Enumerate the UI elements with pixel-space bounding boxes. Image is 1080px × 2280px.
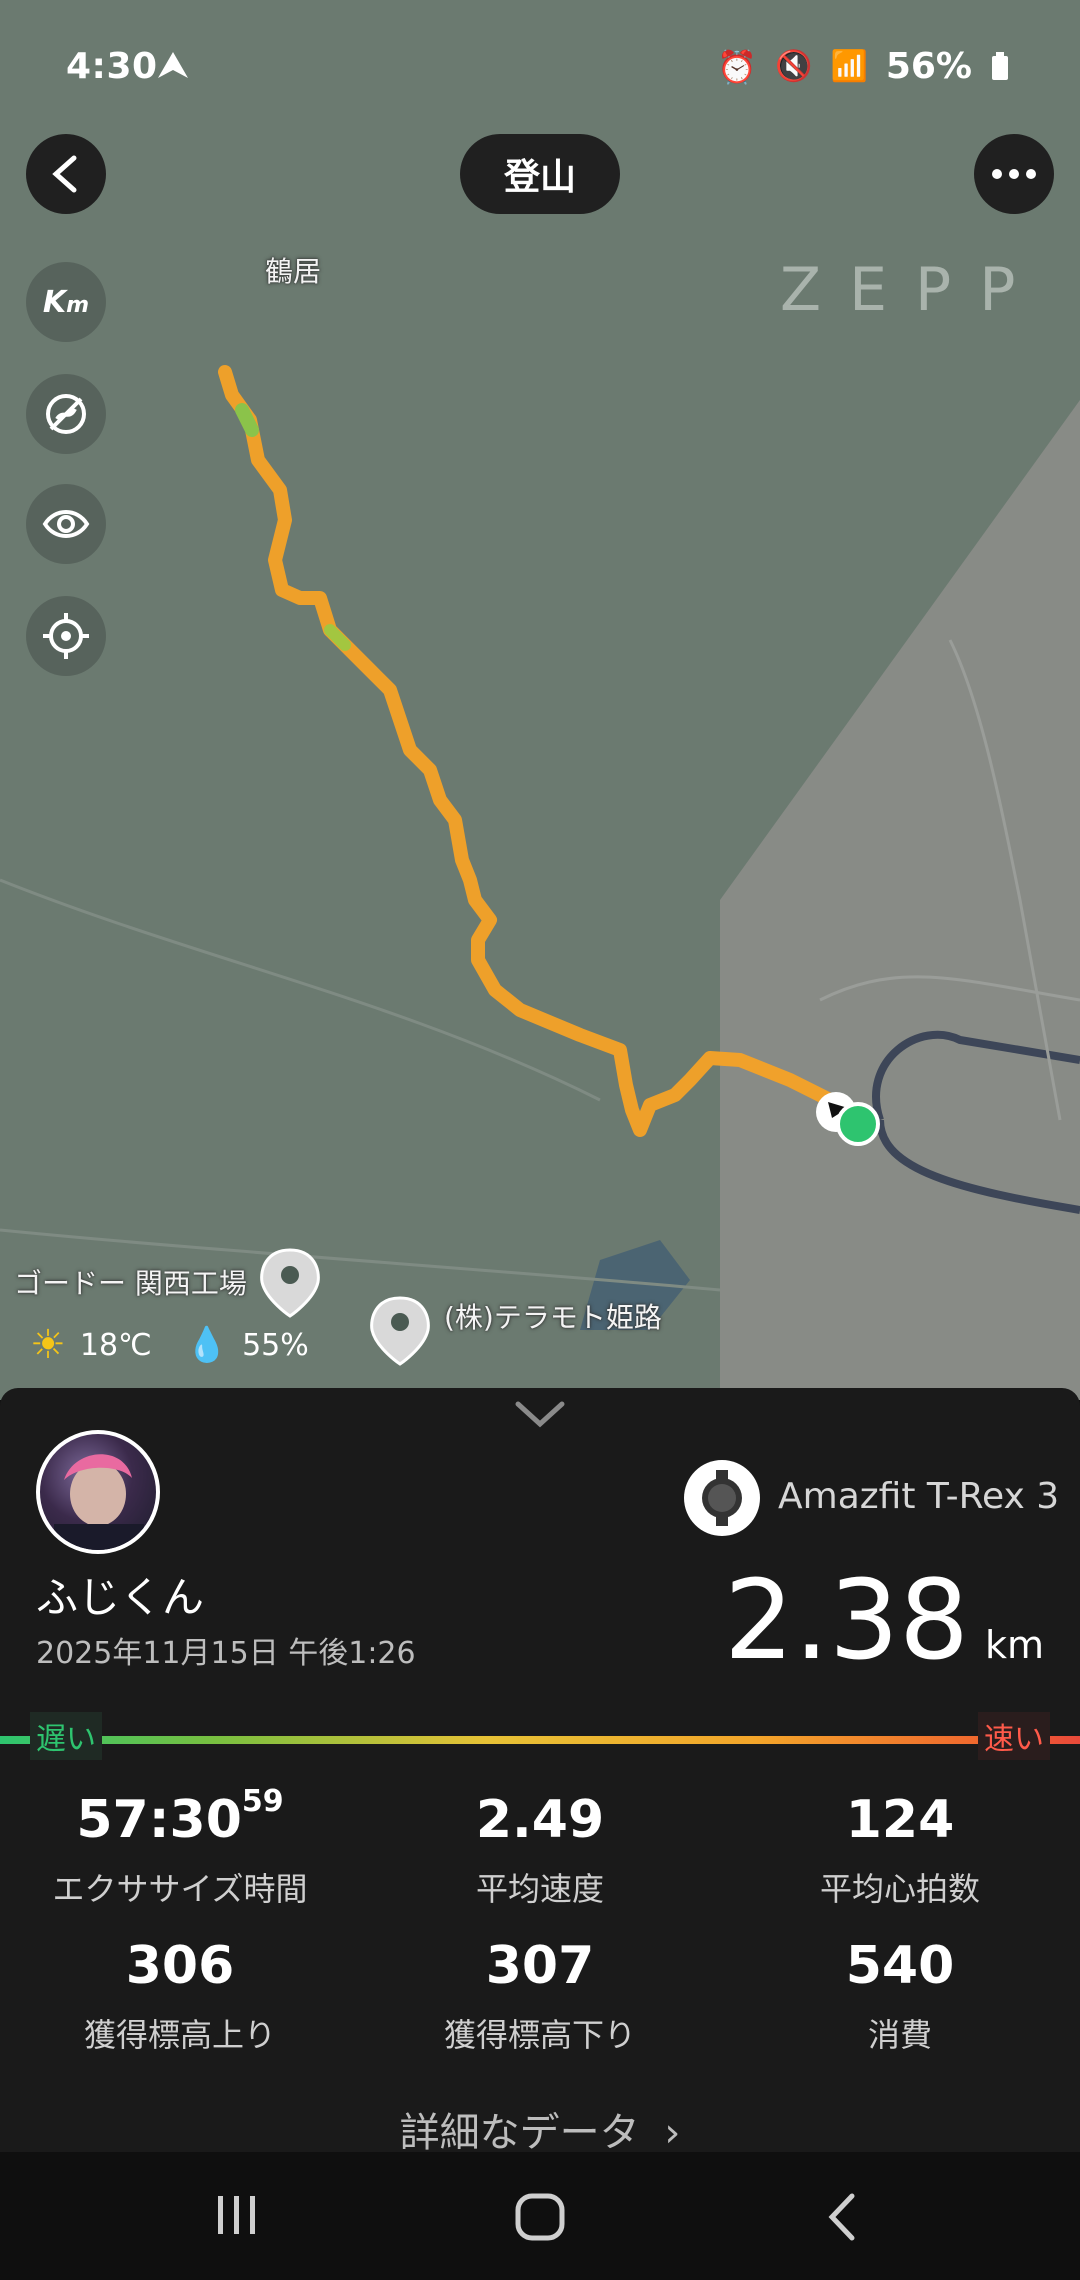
map-pin-icon <box>370 1296 430 1366</box>
eye-icon <box>42 510 90 538</box>
avatar[interactable] <box>36 1430 160 1554</box>
battery-percent: 56% <box>885 46 972 87</box>
stat-value: 124 <box>845 1790 955 1850</box>
end-marker-icon <box>836 1102 880 1146</box>
stat-elevation-gain: 306 獲得標高上り <box>0 1936 360 2056</box>
stat-value: 540 <box>845 1936 955 1996</box>
crosshair-icon <box>43 613 89 659</box>
back-nav-icon[interactable] <box>822 2192 862 2242</box>
map-poi-label: ゴードー 関西工場 <box>14 1267 247 1300</box>
wifi-icon: 📶 <box>830 49 868 84</box>
avatar-image <box>54 1454 144 1550</box>
stat-exercise-time: 57:3059 エクササイズ時間 <box>0 1784 360 1910</box>
activity-title: 登山 <box>460 134 620 214</box>
map-poi-label: (株)テラモト姫路 <box>444 1301 662 1334</box>
stat-avg-heart-rate: 124 平均心拍数 <box>720 1790 1080 1910</box>
stat-calories: 540 消費 <box>720 1936 1080 2056</box>
chevron-left-icon <box>52 155 77 193</box>
chevron-right-icon: › <box>664 2110 681 2156</box>
temperature-text: 18℃ <box>79 1327 152 1363</box>
stat-value: 307 <box>485 1936 595 1996</box>
map-place-label: 鶴居 <box>265 255 322 288</box>
visibility-button[interactable] <box>26 484 106 564</box>
map-pin-icon <box>260 1248 320 1318</box>
stat-avg-speed: 2.49 平均速度 <box>360 1790 720 1910</box>
route-green-segment <box>324 624 351 651</box>
detailed-data-link[interactable]: 詳細なデータ › <box>0 2100 1080 2158</box>
recent-apps-icon[interactable] <box>212 2192 262 2238</box>
battery-icon <box>992 51 1008 80</box>
stat-elevation-loss: 307 獲得標高下り <box>360 1936 720 2056</box>
distance-unit: km <box>984 1623 1044 1667</box>
pace-fast-label: 速い <box>978 1712 1050 1760</box>
stat-value: 2.49 <box>475 1790 605 1850</box>
route-green-segment <box>235 403 259 437</box>
distance: 2.38 km <box>724 1556 1044 1684</box>
home-icon[interactable] <box>514 2192 566 2242</box>
pace-toggle-button[interactable]: Km <box>26 262 106 342</box>
km-marker-icon: Km <box>42 284 90 320</box>
system-nav-bar <box>0 2152 1080 2280</box>
alarm-icon: ⏰ <box>717 47 758 86</box>
sun-icon: ☀ <box>30 1322 66 1368</box>
stat-value: 306 <box>125 1936 235 1996</box>
collapse-chevron-icon[interactable] <box>514 1400 566 1428</box>
road-faint <box>0 878 601 1102</box>
status-time: 4:30 <box>66 46 158 87</box>
locate-button[interactable] <box>26 596 106 676</box>
more-dots-icon <box>992 169 1036 179</box>
stat-seconds: 59 <box>241 1784 284 1819</box>
stat-label: 平均心拍数 <box>819 1870 980 1908</box>
stat-value: 57:30 <box>76 1790 242 1850</box>
activity-date: 2025年11月15日 午後1:26 <box>36 1636 416 1671</box>
stat-label: 獲得標高上り <box>83 2016 276 2054</box>
back-button[interactable] <box>26 134 106 214</box>
stat-label: 消費 <box>867 2016 932 2054</box>
track-off-icon <box>46 394 86 434</box>
mute-icon: 🔇 <box>775 49 813 84</box>
user-name: ふじくん <box>36 1573 205 1622</box>
navigation-icon <box>158 52 188 78</box>
urban-area <box>720 400 1080 1400</box>
stat-label: 平均速度 <box>475 1870 604 1908</box>
status-bar: 4:30 ⏰ 🔇 📶 56% <box>0 40 1080 100</box>
zepp-logo: ZEPP <box>780 255 1044 325</box>
pace-slow-label: 遅い <box>30 1712 102 1760</box>
hide-track-button[interactable] <box>26 374 106 454</box>
humidity-icon: 💧 <box>185 1325 229 1365</box>
device-name: Amazfit T-Rex 3 <box>778 1476 1060 1517</box>
watch-icon <box>684 1460 760 1536</box>
more-button[interactable] <box>974 134 1054 214</box>
stat-label: 獲得標高下り <box>443 2016 636 2054</box>
distance-value: 2.38 <box>724 1556 969 1684</box>
pace-scale-bar <box>0 1736 1080 1744</box>
weather-row: ☀ 18℃ 💧 55% <box>30 1322 309 1368</box>
detailed-data-label: 詳細なデータ <box>399 2110 640 2156</box>
humidity-text: 55% <box>242 1327 309 1363</box>
stat-label: エクササイズ時間 <box>52 1870 308 1908</box>
